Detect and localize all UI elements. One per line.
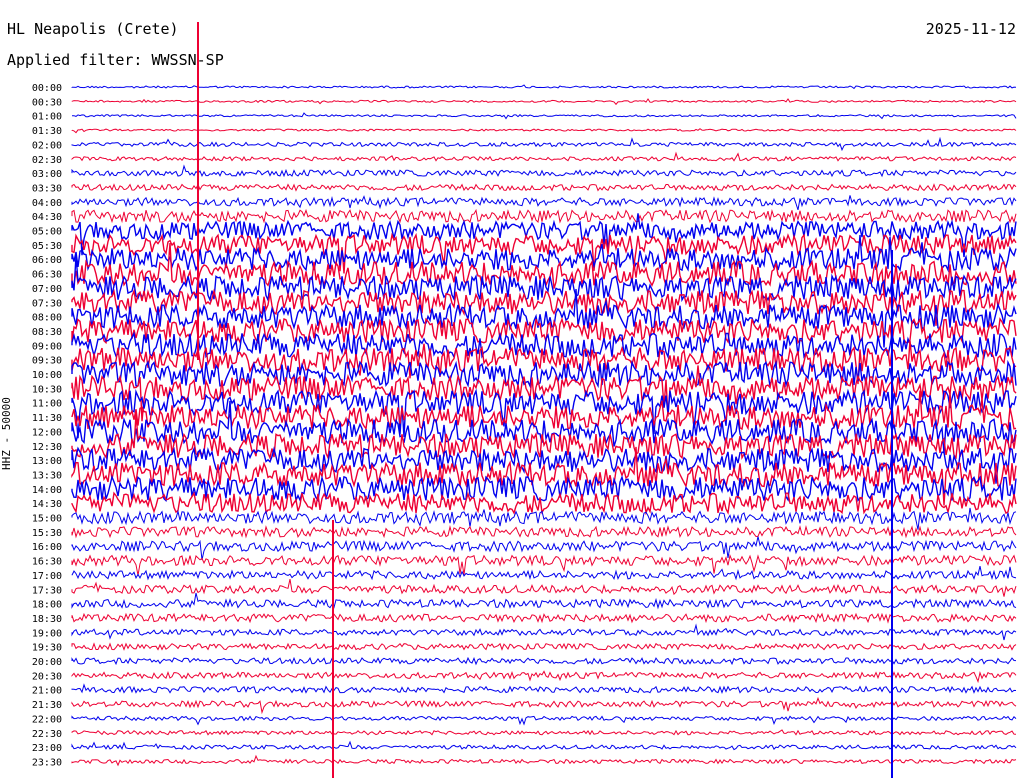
helicorder-plot: 00:00 00:30 01:00 01:30 02:00 02:30 03:00 03:30… (32, 22, 1017, 778)
trace-line (71, 683, 1017, 694)
time-tick-label: 20:00 (32, 657, 62, 668)
time-tick-label: 21:30 (32, 700, 62, 711)
trace-line (71, 151, 1017, 162)
time-tick-label: 02:30 (32, 155, 62, 166)
trace-line (71, 729, 1017, 736)
trace-line (71, 164, 1017, 178)
time-tick-label: 07:00 (32, 284, 62, 295)
time-tick-label: 00:30 (32, 97, 62, 108)
trace-line (71, 446, 1017, 506)
trace-line (71, 84, 1017, 90)
trace-line (71, 578, 1017, 597)
time-tick-label: 13:30 (32, 470, 62, 481)
time-tick-label: 15:30 (32, 528, 62, 539)
time-tick-label: 05:00 (32, 227, 62, 238)
time-tick-label: 20:30 (32, 671, 62, 682)
time-tick-label: 23:00 (32, 743, 62, 754)
trace-line (71, 98, 1017, 106)
time-tick-label: 11:30 (32, 413, 62, 424)
trace-line (71, 740, 1017, 751)
time-tick-label: 21:00 (32, 686, 62, 697)
time-tick-label: 15:00 (32, 514, 62, 525)
time-tick-label: 18:00 (32, 600, 62, 611)
time-tick-label: 01:30 (32, 126, 62, 137)
time-tick-label: 12:30 (32, 442, 62, 453)
time-tick-label: 07:30 (32, 298, 62, 309)
time-tick-label: 22:00 (32, 714, 62, 725)
time-tick-label: 17:30 (32, 585, 62, 596)
time-tick-label: 00:00 (32, 83, 62, 94)
trace-line (71, 234, 1017, 273)
time-tick-label: 03:00 (32, 169, 62, 180)
trace-line (71, 136, 1017, 152)
trace-line (71, 696, 1017, 715)
time-tick-label: 09:30 (32, 356, 62, 367)
time-tick-label: 22:30 (32, 729, 62, 740)
time-tick-label: 09:00 (32, 341, 62, 352)
time-tick-label: 14:00 (32, 485, 62, 496)
trace-line (71, 642, 1017, 651)
time-tick-label: 19:30 (32, 643, 62, 654)
time-tick-label: 16:30 (32, 557, 62, 568)
seismic-traces (71, 22, 1017, 778)
time-tick-label: 18:30 (32, 614, 62, 625)
trace-line (71, 183, 1017, 192)
trace-line (71, 536, 1017, 561)
trace-line (71, 754, 1017, 767)
time-tick-label: 16:00 (32, 542, 62, 553)
trace-line (71, 208, 1017, 224)
time-tick-label: 23:30 (32, 757, 62, 768)
time-tick-label: 10:30 (32, 384, 62, 395)
time-tick-label: 01:00 (32, 112, 62, 123)
trace-line (71, 592, 1017, 610)
time-tick-label: 13:00 (32, 456, 62, 467)
trace-line (71, 612, 1017, 624)
time-tick-label: 19:00 (32, 628, 62, 639)
time-tick-label: 06:30 (32, 270, 62, 281)
trace-line (71, 565, 1017, 581)
time-tick-label: 03:30 (32, 183, 62, 194)
time-tick-label: 04:30 (32, 212, 62, 223)
time-tick-label: 14:30 (32, 499, 62, 510)
trace-line (71, 715, 1017, 726)
time-tick-label: 12:00 (32, 427, 62, 438)
trace-line (72, 112, 1017, 120)
time-tick-label: 11:00 (32, 399, 62, 410)
time-tick-label: 05:30 (32, 241, 62, 252)
time-tick-label: 06:00 (32, 255, 62, 266)
trace-line (71, 623, 1017, 641)
trace-line (71, 491, 1017, 516)
trace-line (71, 656, 1017, 666)
trace-line (71, 195, 1017, 211)
time-tick-label: 04:00 (32, 198, 62, 209)
trace-line (71, 670, 1017, 684)
time-tick-label: 08:30 (32, 327, 62, 338)
trace-line (71, 128, 1017, 134)
time-tick-label: 02:00 (32, 140, 62, 151)
time-tick-label: 10:00 (32, 370, 62, 381)
time-ticks: 00:00 00:30 01:00 01:30 02:00 02:30 03:00 03:30… (32, 83, 62, 768)
trace-line (71, 524, 1017, 539)
time-tick-label: 08:00 (32, 313, 62, 324)
time-tick-label: 17:00 (32, 571, 62, 582)
